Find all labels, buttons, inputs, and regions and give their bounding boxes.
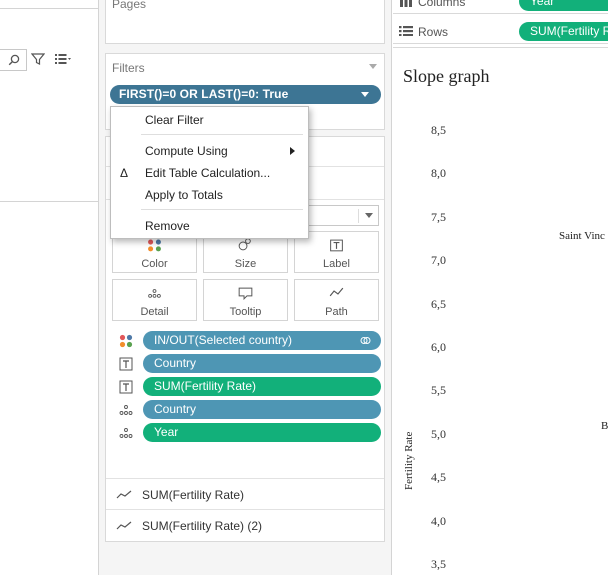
filters-card-title: Filters <box>112 61 145 75</box>
marks-field-pill[interactable]: Year <box>143 423 381 442</box>
shelves-column: Pages Filters FIRST()=0 OR LAST()=0: Tru… <box>99 0 392 575</box>
y-axis-tick-label: 4,5 <box>431 470 446 485</box>
mark-type-divider <box>358 209 359 223</box>
menu-item-apply-to-totals[interactable]: Apply to Totals <box>111 185 308 205</box>
filter-pill[interactable]: FIRST()=0 OR LAST()=0: True <box>110 85 381 104</box>
pages-card-title: Pages <box>112 0 147 11</box>
y-axis-tick-label: 3,5 <box>431 557 446 571</box>
y-axis-tick-label: 6,0 <box>431 340 446 354</box>
marks-series-row[interactable]: SUM(Fertility Rate) (2) <box>106 509 384 540</box>
data-pane-divider <box>0 8 99 9</box>
chevron-down-icon[interactable] <box>365 213 373 218</box>
tooltip-button[interactable]: Tooltip <box>203 279 288 321</box>
marks-field-pill[interactable]: Country <box>143 354 381 373</box>
rows-field-pill[interactable]: SUM(Fertility Rate) <box>519 22 608 41</box>
y-axis-tick-label: 8,5 <box>431 123 446 137</box>
marks-field-label: Year <box>154 425 179 439</box>
search-icon <box>8 54 20 66</box>
set-link-icon <box>360 337 371 344</box>
marks-field-label: Country <box>154 356 197 370</box>
marks-series-label: SUM(Fertility Rate) <box>142 488 245 502</box>
columns-icon <box>400 0 412 7</box>
detail-dots-icon <box>148 289 161 298</box>
y-axis-tick-label: 8,0 <box>431 166 446 181</box>
data-search-input[interactable] <box>0 49 27 71</box>
worksheet-view[interactable]: Slope graph Fertility Rate 8,5 8,0 7,5 7,0 6… <box>393 47 608 575</box>
path-button[interactable]: Path <box>294 279 379 321</box>
color-dots-icon <box>119 334 133 348</box>
sheet-title: Slope graph <box>403 66 490 86</box>
marks-field-pill[interactable]: IN/OUT(Selected country) <box>143 331 381 350</box>
columns-shelf-label: Columns <box>418 0 466 9</box>
y-axis-tick-label: 5,5 <box>431 383 446 398</box>
detail-dots-icon <box>119 428 133 438</box>
pages-card[interactable]: Pages <box>105 0 385 44</box>
columns-field-pill[interactable]: Year <box>519 0 608 11</box>
filter-funnel-icon[interactable] <box>31 52 45 66</box>
detail-button-label: Detail <box>140 306 169 318</box>
filter-context-menu: Clear Filter Compute Using Δ Edit Table … <box>110 106 309 239</box>
rows-shelf-label: Rows <box>418 25 449 39</box>
line-mark-icon <box>116 490 132 499</box>
chevron-down-icon[interactable] <box>361 92 369 97</box>
marks-field-pill[interactable]: Country <box>143 400 381 419</box>
detail-dots-icon <box>119 405 133 415</box>
tooltip-button-label: Tooltip <box>229 306 262 318</box>
marks-field-label: SUM(Fertility Rate) <box>154 379 257 393</box>
delta-icon: Δ <box>120 166 129 180</box>
marks-field-label: IN/OUT(Selected country) <box>154 333 293 347</box>
filter-pill-label: FIRST()=0 OR LAST()=0: True <box>119 87 289 101</box>
y-axis-tick-label: 7,0 <box>431 253 446 268</box>
data-pane <box>0 0 99 575</box>
marks-series-row[interactable]: SUM(Fertility Rate) <box>106 478 384 509</box>
label-t-icon <box>119 357 133 371</box>
size-button-label: Size <box>234 258 257 270</box>
marks-series-label: SUM(Fertility Rate) (2) <box>142 519 263 533</box>
line-mark-icon <box>116 521 132 530</box>
card-menu-caret-icon[interactable] <box>369 64 377 69</box>
menu-item-remove[interactable]: Remove <box>111 216 308 236</box>
y-axis-title: Fertility Rate <box>403 431 415 490</box>
tooltip-bubble-icon <box>238 287 253 300</box>
menu-separator <box>141 134 303 135</box>
marks-field-pill[interactable]: SUM(Fertility Rate) <box>143 377 381 396</box>
color-button-label: Color <box>141 258 168 270</box>
menu-item-compute-using[interactable]: Compute Using <box>111 141 308 161</box>
mark-label: B <box>601 420 608 432</box>
rows-shelf[interactable]: Rows SUM(Fertility Rate) <box>393 18 608 44</box>
menu-item-label: Compute Using <box>145 144 228 158</box>
menu-item-clear-filter[interactable]: Clear Filter <box>111 110 308 130</box>
data-pane-divider <box>0 201 99 202</box>
mark-label: Saint Vinc <box>559 230 605 242</box>
y-axis-tick-label: 5,0 <box>431 426 446 441</box>
menu-item-label: Apply to Totals <box>145 188 223 202</box>
menu-separator <box>141 209 303 210</box>
y-axis-tick-label: 7,5 <box>431 209 446 224</box>
rows-icon <box>399 26 413 36</box>
rows-field-label: SUM(Fertility Rate) <box>530 24 608 38</box>
menu-item-label: Remove <box>145 219 190 233</box>
menu-item-edit-table-calculation[interactable]: Δ Edit Table Calculation... <box>111 163 308 183</box>
path-button-label: Path <box>325 306 348 318</box>
y-axis-tick-label: 4,0 <box>431 513 446 528</box>
label-button-label: Label <box>323 258 350 270</box>
menu-item-label: Clear Filter <box>145 113 204 127</box>
label-t-icon <box>119 380 133 394</box>
marks-field-label: Country <box>154 402 197 416</box>
submenu-arrow-icon <box>290 147 295 155</box>
path-line-icon <box>329 287 344 297</box>
view-list-icon[interactable] <box>54 52 72 66</box>
detail-button[interactable]: Detail <box>112 279 197 321</box>
columns-shelf[interactable]: Columns Year <box>393 0 608 14</box>
columns-field-label: Year <box>530 0 555 8</box>
menu-item-label: Edit Table Calculation... <box>145 166 271 180</box>
y-axis-tick-label: 6,5 <box>431 296 446 311</box>
